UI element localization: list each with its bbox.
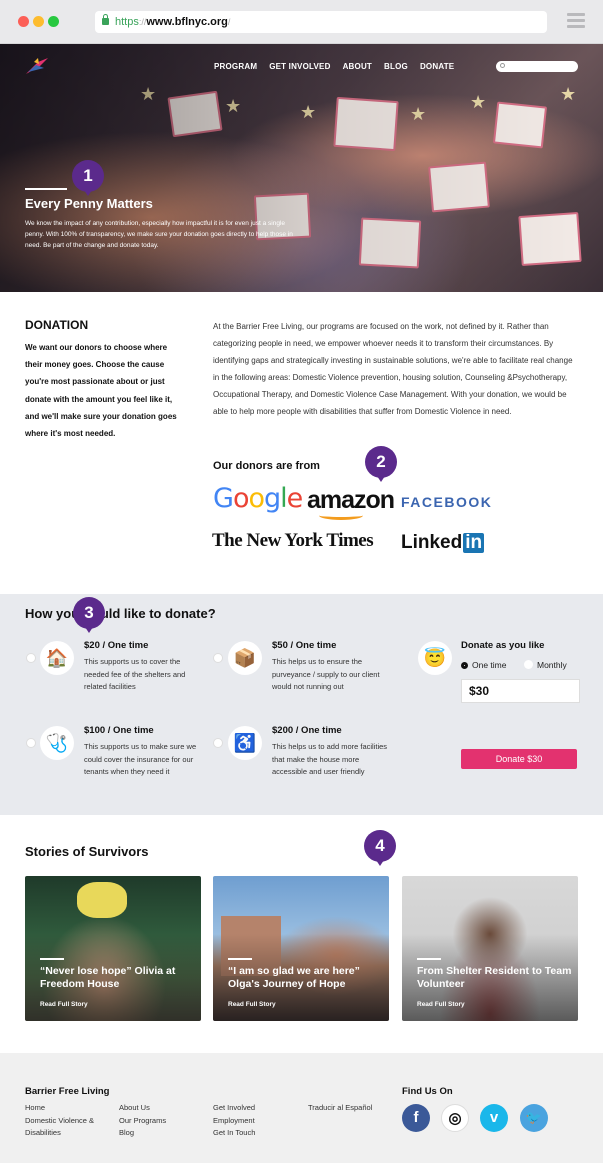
search-input[interactable]: [496, 61, 578, 72]
footer-link-get-involved[interactable]: Get Involved: [213, 1102, 255, 1115]
facebook-logo: FACEBOOK: [401, 494, 493, 510]
option-desc-200: This helps us to add more facilities tha…: [272, 742, 388, 776]
option-title-50: $50 / One time: [272, 640, 337, 651]
nav-item-donate[interactable]: DONATE: [420, 62, 454, 71]
option-radio-20[interactable]: [26, 653, 36, 663]
read-full-story-link[interactable]: Read Full Story: [417, 1001, 465, 1008]
footer-link-employment[interactable]: Employment: [213, 1115, 255, 1128]
footer-link-dv[interactable]: Domestic Violence &: [25, 1115, 94, 1128]
stories-heading: Stories of Survivors: [25, 844, 149, 859]
footer-link-home[interactable]: Home: [25, 1102, 94, 1115]
donation-description: At the Barrier Free Living, our programs…: [213, 322, 573, 416]
minimize-window-icon[interactable]: [33, 16, 44, 27]
monthly-radio[interactable]: Monthly: [524, 660, 567, 670]
search-icon: [500, 63, 505, 68]
step-badge-3: 3: [73, 597, 105, 633]
radio-selected-icon: [461, 662, 468, 669]
amazon-logo: amazon: [307, 486, 395, 520]
lock-icon: [102, 14, 109, 25]
nav-item-blog[interactable]: BLOG: [384, 62, 408, 71]
read-full-story-link[interactable]: Read Full Story: [228, 1001, 276, 1008]
linkedin-logo: Linked in: [401, 532, 485, 553]
angel-face-icon: 😇: [418, 641, 452, 675]
radio-unselected-icon: [524, 660, 533, 669]
maximize-window-icon[interactable]: [48, 16, 59, 27]
donate-button[interactable]: Donate $30: [461, 749, 577, 769]
step-badge-1: 1: [72, 160, 104, 196]
url-protocol: https: [115, 16, 139, 28]
option-title-20: $20 / One time: [84, 640, 149, 651]
step-badge-2: 2: [365, 446, 397, 482]
footer-org-name: Barrier Free Living: [25, 1086, 110, 1097]
box-icon: 📦: [228, 641, 262, 675]
option-desc-100: This supports us to make sure we could c…: [84, 742, 197, 776]
footer-col-1: Home Domestic Violence & Disabilities: [25, 1102, 94, 1140]
hero-divider: [25, 188, 67, 190]
instagram-icon[interactable]: ◎: [441, 1104, 469, 1132]
donors-heading: Our donors are from: [213, 460, 320, 472]
nav-item-program[interactable]: PROGRAM: [214, 62, 257, 71]
donation-intro: We want our donors to choose where their…: [25, 343, 177, 439]
footer-link-contact[interactable]: Get In Touch: [213, 1127, 255, 1140]
hamburger-menu-icon[interactable]: [567, 13, 585, 29]
house-icon: 🏠: [40, 641, 74, 675]
donation-heading: DONATION: [25, 318, 89, 332]
main-nav: PROGRAM GET INVOLVED ABOUT BLOG DONATE: [214, 62, 466, 71]
address-bar[interactable]: https://www.bflnyc.org/: [95, 11, 547, 33]
step-badge-4: 4: [364, 830, 396, 866]
nav-item-about[interactable]: ABOUT: [343, 62, 372, 71]
footer-col-4: Traducir al Español: [308, 1102, 372, 1115]
option-title-200: $200 / One time: [272, 725, 342, 736]
google-logo: Google: [213, 483, 303, 514]
one-time-label: One time: [472, 660, 507, 670]
amount-input[interactable]: $30: [461, 679, 580, 703]
footer-col-2: About Us Our Programs Blog: [119, 1102, 166, 1140]
twitter-icon[interactable]: 🐦: [520, 1104, 548, 1132]
footer-link-disabilities[interactable]: Disabilities: [25, 1127, 94, 1140]
read-full-story-link[interactable]: Read Full Story: [40, 1001, 88, 1008]
nav-item-get-involved[interactable]: GET INVOLVED: [269, 62, 330, 71]
monthly-label: Monthly: [537, 660, 567, 670]
story-card-olivia[interactable]: “Never lose hope” Olivia at Freedom Hous…: [25, 876, 201, 1021]
wheelchair-icon: ♿: [228, 726, 262, 760]
hero-title: Every Penny Matters: [25, 196, 153, 211]
option-title-100: $100 / One time: [84, 725, 154, 736]
find-us-heading: Find Us On: [402, 1086, 453, 1097]
option-desc-20: This supports us to cover the needed fee…: [84, 657, 186, 691]
custom-donation-title: Donate as you like: [461, 640, 545, 651]
story-card-olga[interactable]: “I am so glad we are here” Olga's Journe…: [213, 876, 389, 1021]
close-window-icon[interactable]: [18, 16, 29, 27]
facebook-icon[interactable]: f: [402, 1104, 430, 1132]
story-title: “I am so glad we are here” Olga's Journe…: [228, 965, 360, 990]
story-card-volunteer[interactable]: From Shelter Resident to Team Volunteer …: [402, 876, 578, 1021]
site-logo[interactable]: [24, 56, 50, 76]
donate-heading: How you would like to donate?: [25, 606, 216, 621]
option-radio-50[interactable]: [213, 653, 223, 663]
footer-link-about[interactable]: About Us: [119, 1102, 166, 1115]
footer-link-spanish[interactable]: Traducir al Español: [308, 1102, 372, 1115]
one-time-radio[interactable]: One time: [461, 660, 507, 670]
story-title: “Never lose hope” Olivia at Freedom Hous…: [40, 965, 176, 990]
option-desc-50: This helps us to ensure the purveyance /…: [272, 657, 380, 691]
nyt-logo: The New York Times: [212, 530, 374, 551]
browser-chrome: https://www.bflnyc.org/: [0, 0, 603, 44]
url-domain: www.bflnyc.org: [146, 16, 228, 28]
footer-link-blog[interactable]: Blog: [119, 1127, 166, 1140]
vimeo-icon[interactable]: v: [480, 1104, 508, 1132]
story-title: From Shelter Resident to Team Volunteer: [417, 965, 572, 990]
stethoscope-icon: 🩺: [40, 726, 74, 760]
footer-link-programs[interactable]: Our Programs: [119, 1115, 166, 1128]
footer-col-3: Get Involved Employment Get In Touch: [213, 1102, 255, 1140]
option-radio-100[interactable]: [26, 738, 36, 748]
option-radio-200[interactable]: [213, 738, 223, 748]
url-trail: /: [227, 17, 231, 27]
hero-text: We know the impact of any contribution, …: [25, 220, 293, 249]
